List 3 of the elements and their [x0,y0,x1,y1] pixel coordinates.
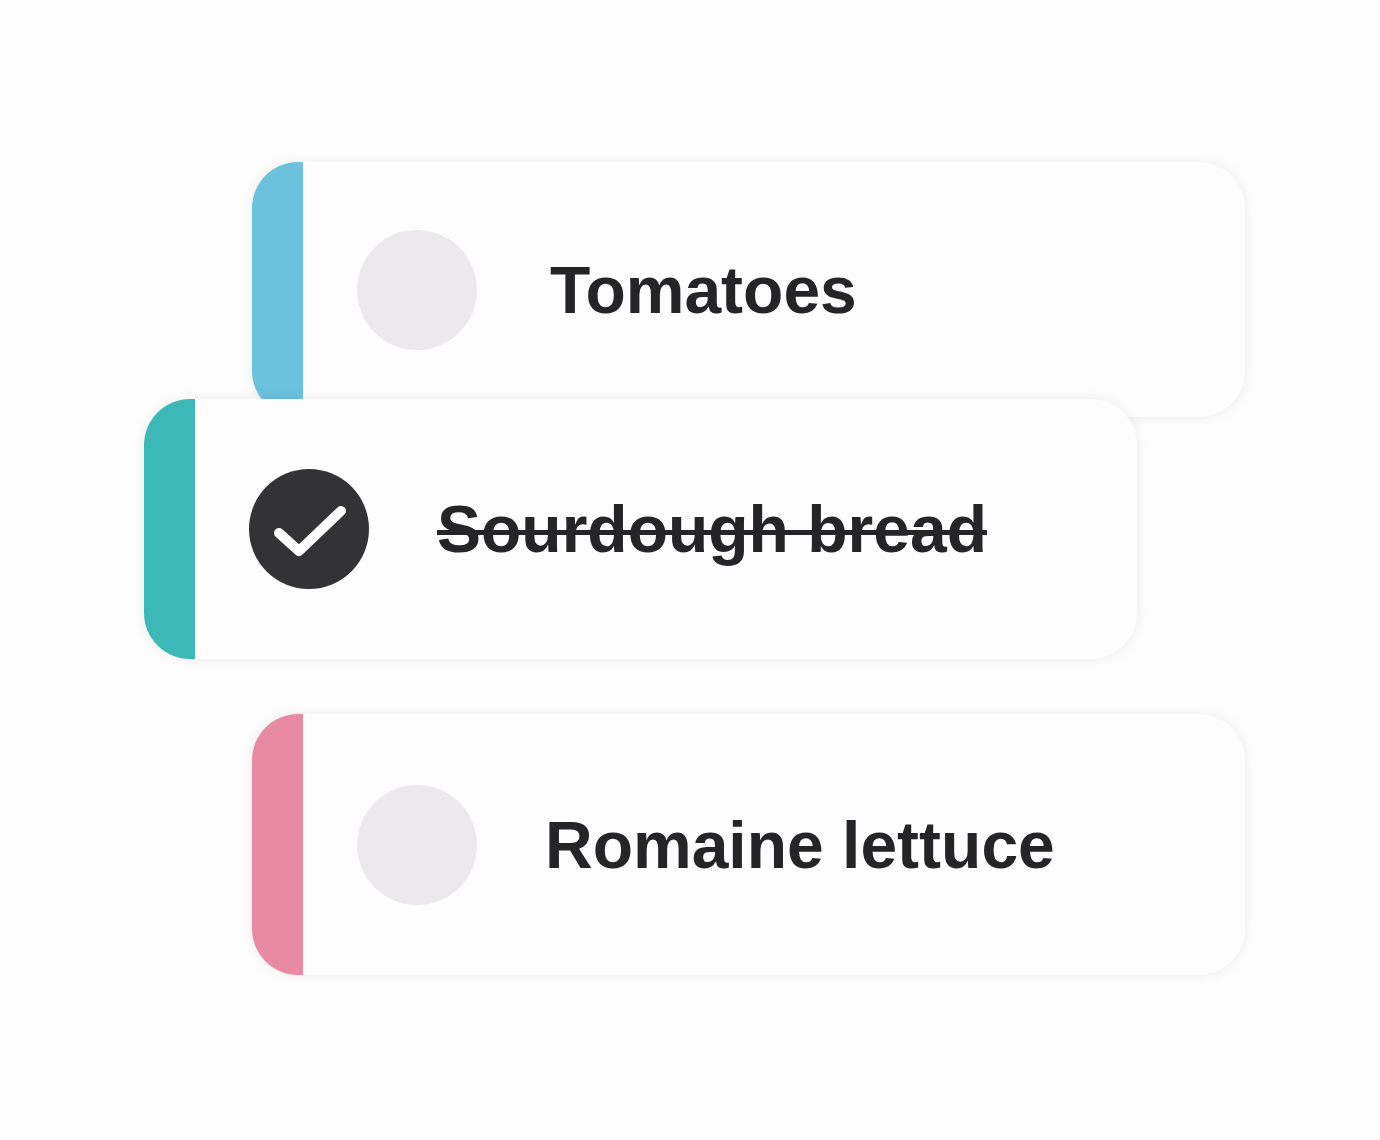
item-label: Sourdough bread [437,491,987,567]
item-label: Tomatoes [550,251,857,328]
item-label: Romaine lettuce [545,806,1055,883]
